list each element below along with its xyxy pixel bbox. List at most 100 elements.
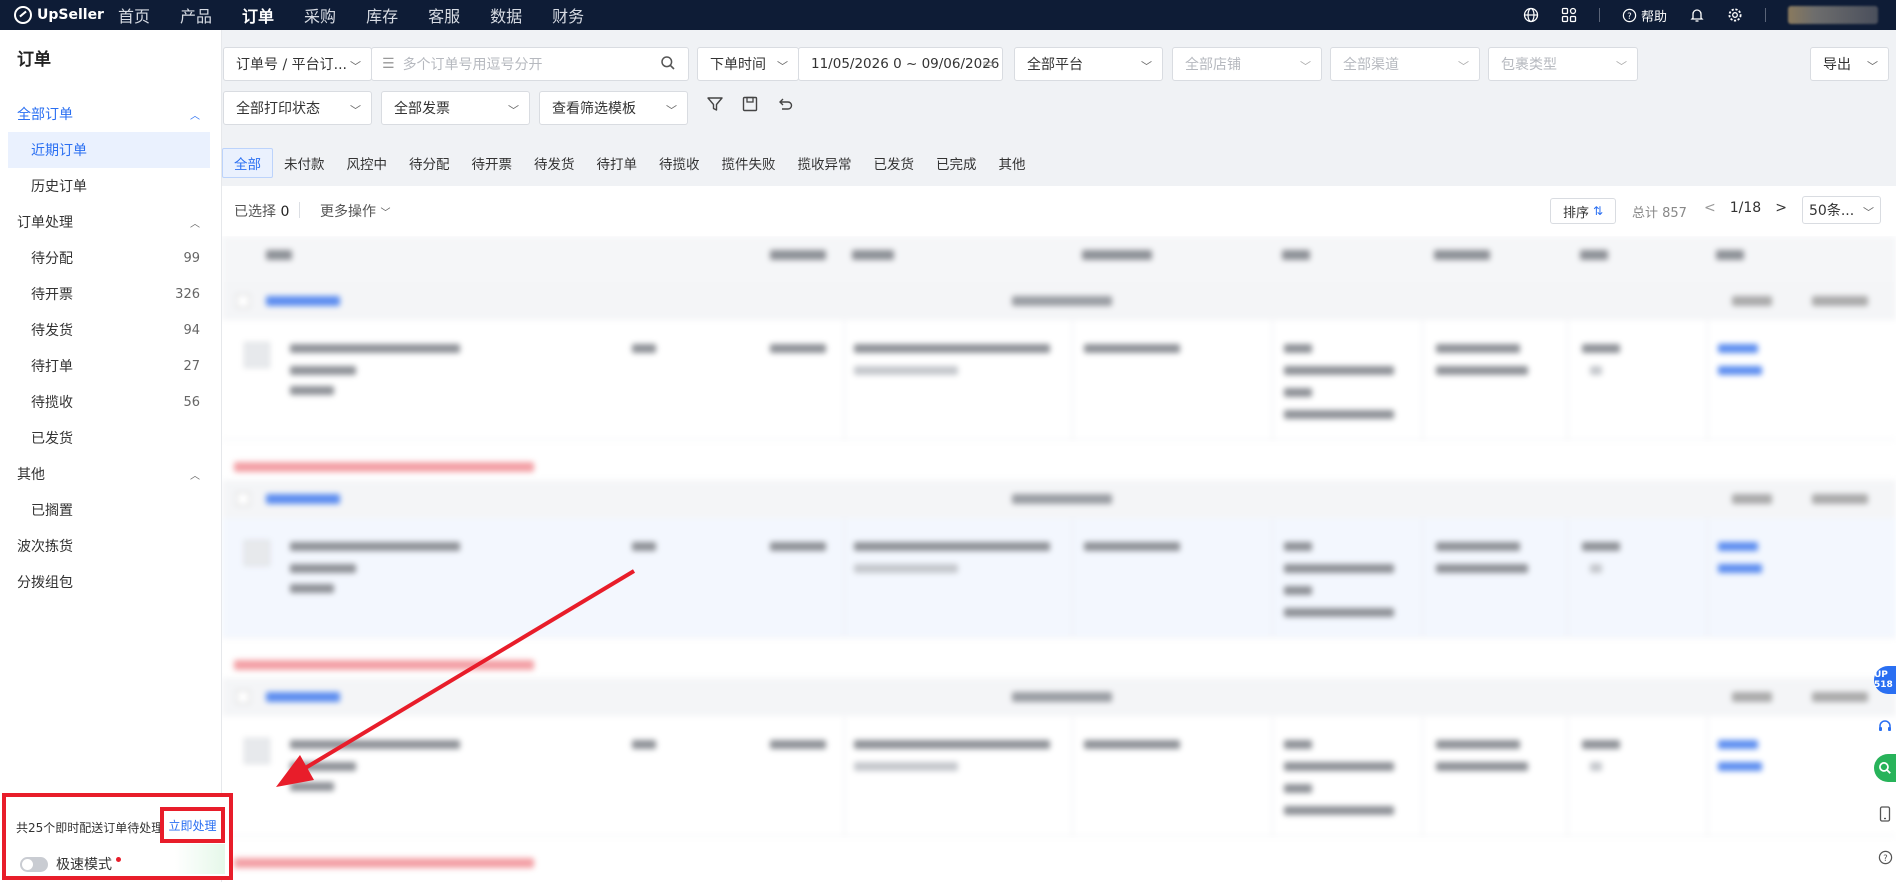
- next-page-icon[interactable]: >: [1775, 200, 1787, 216]
- time-type-value: 下单时间: [710, 57, 766, 73]
- sort-icon: ⇅: [1592, 204, 1604, 218]
- nav-customer-service[interactable]: 客服: [428, 3, 460, 27]
- user-avatar[interactable]: [1788, 6, 1878, 24]
- store-select[interactable]: 全部店铺 ﹀: [1172, 47, 1322, 81]
- pagination: < 1/18 >: [1704, 200, 1787, 216]
- tab-to-collect[interactable]: 待揽收: [648, 148, 711, 178]
- search-icon[interactable]: [660, 55, 676, 75]
- tab-pickup-abnormal[interactable]: 揽收异常: [787, 148, 863, 178]
- sidebar-item-to-ship[interactable]: 待发货 94: [0, 312, 222, 348]
- search-type-select[interactable]: 订单号 / 平台订... ﹀: [223, 47, 372, 81]
- nav-data[interactable]: 数据: [490, 3, 522, 27]
- date-range-picker[interactable]: 11/05/2026 0 ~ 09/06/2026 2 ▭: [798, 47, 1003, 81]
- sort-button[interactable]: 排序 ⇅: [1550, 198, 1616, 224]
- tab-pickup-failed[interactable]: 揽件失败: [711, 148, 787, 178]
- headset-icon[interactable]: [1874, 712, 1896, 740]
- filter-icon[interactable]: [703, 95, 727, 119]
- sidebar-item-count: 99: [183, 250, 200, 266]
- sidebar-group-processing[interactable]: 订单处理 ︿: [0, 204, 222, 240]
- sidebar-group-label: 其他: [17, 467, 45, 483]
- tab-completed[interactable]: 已完成: [925, 148, 988, 178]
- logo[interactable]: UpSeller: [0, 6, 118, 24]
- page-size-select[interactable]: 50条... ﹀: [1802, 196, 1881, 224]
- page-indicator: 1/18: [1729, 200, 1762, 216]
- time-type-select[interactable]: 下单时间 ﹀: [697, 47, 799, 81]
- calendar-icon: ▭: [982, 56, 994, 70]
- channel-select[interactable]: 全部渠道 ﹀: [1330, 47, 1480, 81]
- sidebar-item-label: 已搁置: [31, 503, 73, 519]
- tab-other[interactable]: 其他: [988, 148, 1037, 178]
- sidebar-item-wave-picking[interactable]: 波次拣货: [0, 528, 222, 564]
- tab-to-ship[interactable]: 待发货: [523, 148, 586, 178]
- prev-page-icon[interactable]: <: [1704, 200, 1716, 216]
- tab-to-invoice[interactable]: 待开票: [461, 148, 524, 178]
- sidebar-item-label: 待揽收: [31, 395, 73, 411]
- sidebar-item-shelved[interactable]: 已搁置: [0, 492, 222, 528]
- sidebar-item-shipped[interactable]: 已发货: [0, 420, 222, 456]
- nav-products[interactable]: 产品: [180, 3, 212, 27]
- nav-inventory[interactable]: 库存: [366, 3, 398, 27]
- new-dot-badge: [116, 856, 121, 862]
- tab-all[interactable]: 全部: [222, 148, 273, 178]
- upseller-badge[interactable]: UP 518: [1874, 666, 1896, 694]
- print-status-select[interactable]: 全部打印状态 ﹀: [223, 91, 372, 125]
- order-search-input[interactable]: ☰ 多个订单号用逗号分开: [371, 47, 689, 81]
- sidebar-item-to-invoice[interactable]: 待开票 326: [0, 276, 222, 312]
- help-link[interactable]: ? 帮助: [1622, 6, 1667, 25]
- platform-select[interactable]: 全部平台 ﹀: [1014, 47, 1163, 81]
- selected-info: 已选择 0: [234, 201, 289, 221]
- bell-icon[interactable]: [1689, 7, 1705, 23]
- sidebar-item-label: 波次拣货: [17, 539, 73, 555]
- chevron-down-icon: ﹀: [666, 104, 677, 117]
- chevron-down-icon: ﹀: [1300, 60, 1311, 73]
- chevron-down-icon: ﹀: [1141, 60, 1152, 73]
- speed-mode-label: 极速模式: [56, 857, 112, 873]
- sidebar-item-count: 326: [175, 286, 200, 302]
- tab-unpaid[interactable]: 未付款: [273, 148, 336, 178]
- search-float-icon[interactable]: [1874, 754, 1896, 782]
- save-icon[interactable]: [738, 95, 762, 119]
- sidebar: 订单 全部订单 ︿ 近期订单 历史订单 订单处理 ︿ 待分配 99 待开票 32…: [0, 30, 222, 882]
- instant-delivery-notice: 共25个即时配送订单待处理 立即处理 极速模式: [2, 793, 233, 880]
- more-actions-dropdown[interactable]: 更多操作 ﹀: [320, 201, 390, 221]
- sidebar-item-label: 待分配: [31, 251, 73, 267]
- nav-home[interactable]: 首页: [118, 3, 150, 27]
- nav-finance[interactable]: 财务: [552, 3, 584, 27]
- more-actions-label: 更多操作: [320, 204, 376, 220]
- question-icon[interactable]: ?: [1874, 843, 1896, 871]
- apps-grid-icon[interactable]: [1561, 7, 1577, 23]
- reset-icon[interactable]: [773, 95, 797, 119]
- process-now-button[interactable]: 立即处理: [160, 807, 225, 843]
- sidebar-group-all-orders[interactable]: 全部订单 ︿: [0, 96, 222, 132]
- phone-icon[interactable]: [1874, 800, 1896, 828]
- nav-orders[interactable]: 订单: [242, 3, 274, 27]
- tab-shipped[interactable]: 已发货: [863, 148, 926, 178]
- export-button[interactable]: 导出 ﹀: [1810, 47, 1889, 81]
- nav-purchase[interactable]: 采购: [304, 3, 336, 27]
- sidebar-group-other[interactable]: 其他 ︿: [0, 456, 222, 492]
- sidebar-item-to-assign[interactable]: 待分配 99: [0, 240, 222, 276]
- tab-to-print[interactable]: 待打单: [586, 148, 649, 178]
- filter-template-select[interactable]: 查看筛选模板 ﹀: [539, 91, 688, 125]
- selected-count: 0: [280, 204, 290, 220]
- sidebar-group-label: 全部订单: [17, 107, 73, 123]
- speed-mode-toggle[interactable]: [20, 856, 48, 872]
- table-row: [222, 518, 1896, 638]
- tab-risk-control[interactable]: 风控中: [336, 148, 399, 178]
- sidebar-item-sort-pack[interactable]: 分拨组包: [0, 564, 222, 600]
- top-nav-bar: UpSeller 首页 产品 订单 采购 库存 客服 数据 财务 ? 帮助: [0, 0, 1896, 30]
- table-row: [222, 716, 1896, 836]
- sidebar-item-to-collect[interactable]: 待揽收 56: [0, 384, 222, 420]
- gear-icon[interactable]: [1727, 7, 1743, 23]
- sidebar-item-label: 已发货: [31, 431, 73, 447]
- sidebar-item-to-print[interactable]: 待打单 27: [0, 348, 222, 384]
- sidebar-item-recent-orders[interactable]: 近期订单: [8, 132, 210, 168]
- sidebar-item-history-orders[interactable]: 历史订单: [0, 168, 222, 204]
- globe-icon[interactable]: [1523, 7, 1539, 23]
- orders-table-blurred: [222, 236, 1896, 882]
- main-nav: 首页 产品 订单 采购 库存 客服 数据 财务: [118, 3, 614, 27]
- table-header: [222, 236, 1896, 282]
- tab-to-assign[interactable]: 待分配: [398, 148, 461, 178]
- package-type-select[interactable]: 包裹类型 ﹀: [1488, 47, 1638, 81]
- invoice-select[interactable]: 全部发票 ﹀: [381, 91, 530, 125]
